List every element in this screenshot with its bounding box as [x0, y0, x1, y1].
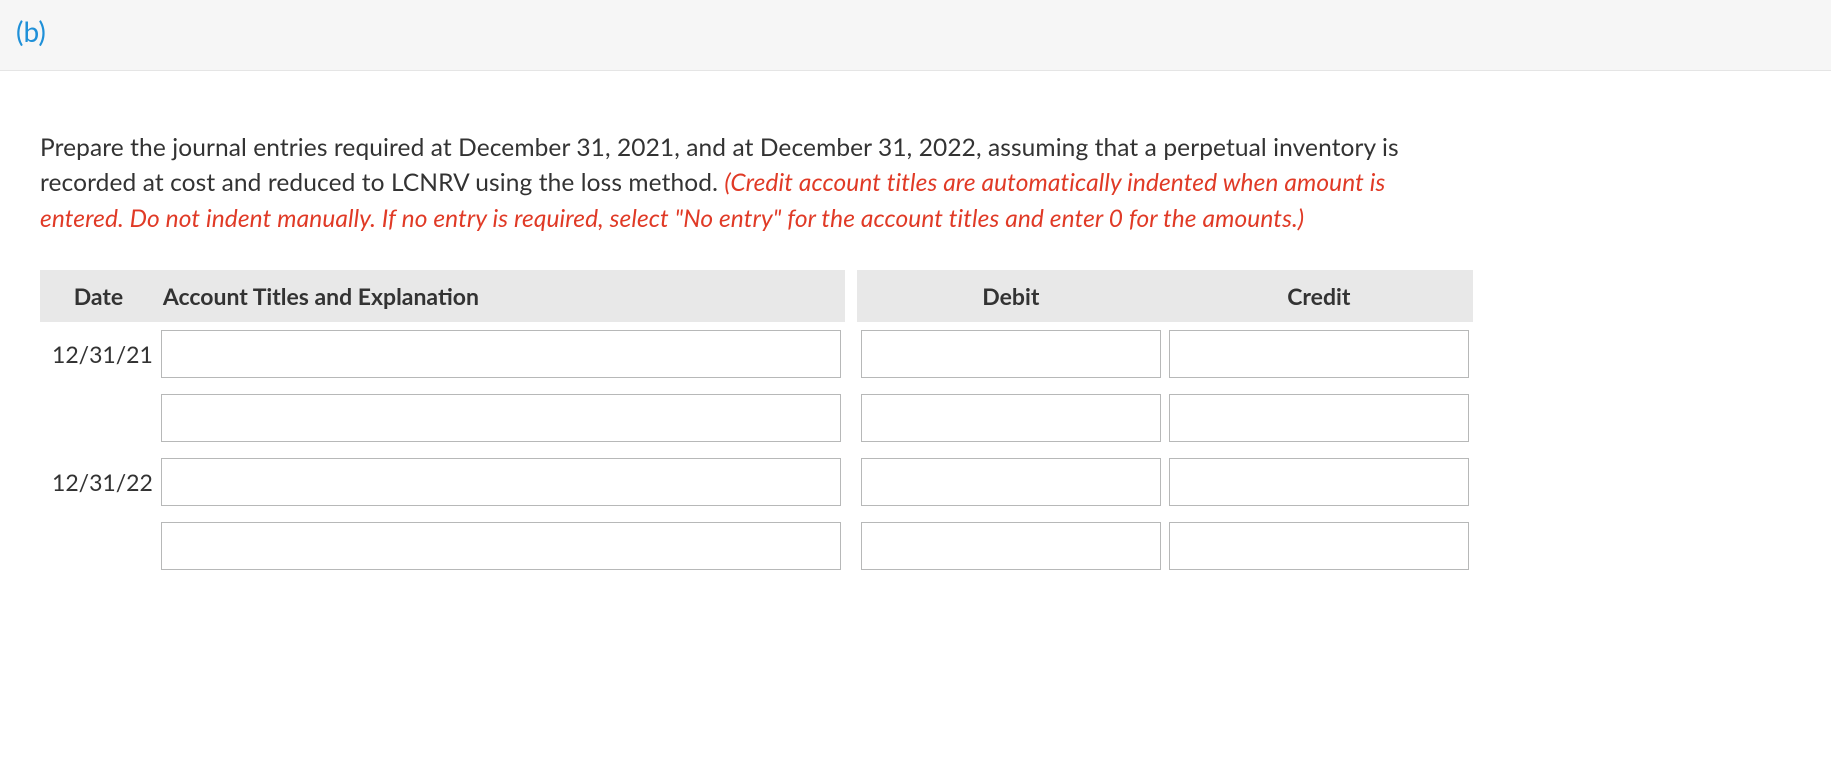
part-header: (b): [0, 0, 1831, 71]
debit-input[interactable]: [861, 394, 1161, 442]
account-input[interactable]: [161, 522, 841, 570]
account-cell: [157, 450, 845, 514]
header-credit: Credit: [1165, 270, 1473, 322]
gap-cell: [845, 386, 857, 450]
table-row: [40, 386, 1473, 450]
date-cell: 12/31/21: [40, 322, 157, 386]
debit-cell: [857, 322, 1165, 386]
gap-cell: [845, 322, 857, 386]
credit-cell: [1165, 514, 1473, 578]
table-row: [40, 514, 1473, 578]
header-account: Account Titles and Explanation: [157, 270, 845, 322]
debit-input[interactable]: [861, 522, 1161, 570]
credit-input[interactable]: [1169, 458, 1469, 506]
credit-input[interactable]: [1169, 330, 1469, 378]
header-debit: Debit: [857, 270, 1165, 322]
credit-input[interactable]: [1169, 522, 1469, 570]
gap-cell: [845, 450, 857, 514]
part-label: (b): [16, 14, 46, 48]
account-cell: [157, 514, 845, 578]
header-date: Date: [40, 270, 157, 322]
date-cell: [40, 514, 157, 578]
account-input[interactable]: [161, 394, 841, 442]
debit-cell: [857, 386, 1165, 450]
debit-cell: [857, 514, 1165, 578]
credit-cell: [1165, 322, 1473, 386]
table-row: 12/31/22: [40, 450, 1473, 514]
debit-cell: [857, 450, 1165, 514]
account-input[interactable]: [161, 330, 841, 378]
credit-cell: [1165, 386, 1473, 450]
account-cell: [157, 386, 845, 450]
gap-cell: [845, 514, 857, 578]
credit-cell: [1165, 450, 1473, 514]
table-row: 12/31/21: [40, 322, 1473, 386]
journal-entry-table: Date Account Titles and Explanation Debi…: [40, 270, 1473, 578]
account-cell: [157, 322, 845, 386]
header-gap: [845, 270, 857, 322]
account-input[interactable]: [161, 458, 841, 506]
date-cell: [40, 386, 157, 450]
credit-input[interactable]: [1169, 394, 1469, 442]
debit-input[interactable]: [861, 330, 1161, 378]
date-cell: 12/31/22: [40, 450, 157, 514]
question-content: Prepare the journal entries required at …: [0, 71, 1452, 598]
debit-input[interactable]: [861, 458, 1161, 506]
instructions-paragraph: Prepare the journal entries required at …: [40, 130, 1408, 237]
